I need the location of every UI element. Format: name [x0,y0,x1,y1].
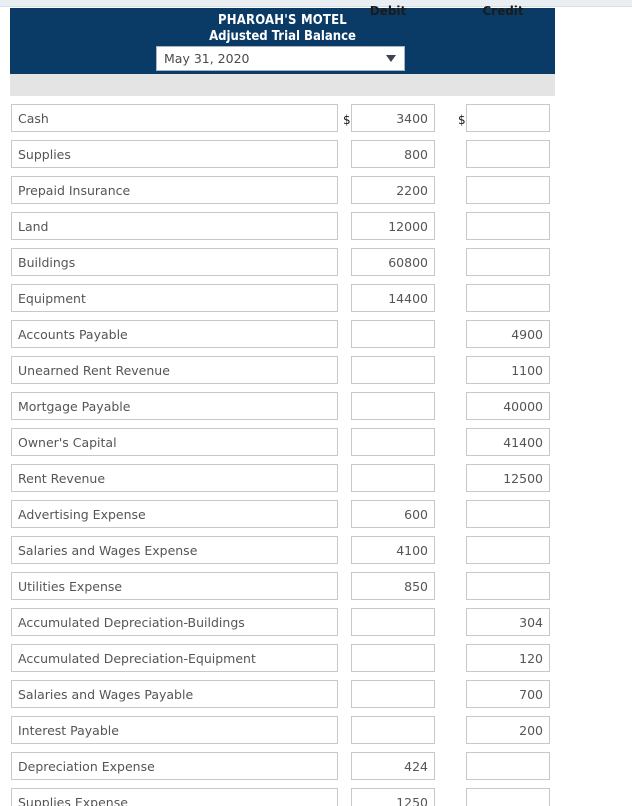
account-name-input[interactable]: Depreciation Expense [11,752,338,780]
credit-amount-input[interactable] [466,248,550,276]
debit-amount-input[interactable] [351,644,435,672]
trial-balance-rows: $ $ Cash 3400 Supplies 800 Prepaid Insurance 22… [0,104,632,806]
table-row: Utilities Expense 850 [0,572,632,608]
table-row: Accumulated Depreciation-Equipment 120 [0,644,632,680]
debit-amount-input[interactable] [351,428,435,456]
table-row: Equipment 14400 [0,284,632,320]
table-row: Salaries and Wages Payable 700 [0,680,632,716]
currency-symbol-debit: $ [343,113,351,127]
account-name-input[interactable]: Advertising Expense [11,500,338,528]
table-row: Advertising Expense 600 [0,500,632,536]
debit-amount-input[interactable]: 600 [351,500,435,528]
account-name-input[interactable]: Interest Payable [11,716,338,744]
table-row: Land 12000 [0,212,632,248]
credit-amount-input[interactable]: 41400 [466,428,550,456]
credit-amount-input[interactable]: 4900 [466,320,550,348]
statement-title: Adjusted Trial Balance [209,29,356,44]
column-header-credit: Credit [482,4,524,18]
debit-amount-input[interactable] [351,464,435,492]
debit-amount-input[interactable] [351,716,435,744]
table-row: Supplies 800 [0,140,632,176]
table-row: Unearned Rent Revenue 1100 [0,356,632,392]
table-row: Salaries and Wages Expense 4100 [0,536,632,572]
account-name-input[interactable]: Buildings [11,248,338,276]
account-name-input[interactable]: Unearned Rent Revenue [11,356,338,384]
debit-amount-input[interactable]: 800 [351,140,435,168]
credit-amount-input[interactable]: 200 [466,716,550,744]
debit-amount-input[interactable] [351,680,435,708]
table-row: Accounts Payable 4900 [0,320,632,356]
account-name-input[interactable]: Salaries and Wages Expense [11,536,338,564]
period-select-value: May 31, 2020 [164,51,250,66]
credit-amount-input[interactable] [466,788,550,806]
table-row: Buildings 60800 [0,248,632,284]
table-row: $ $ Cash 3400 [0,104,632,140]
debit-amount-input[interactable] [351,320,435,348]
credit-amount-input[interactable]: 120 [466,644,550,672]
debit-amount-input[interactable]: 2200 [351,176,435,204]
account-name-input[interactable]: Supplies [11,140,338,168]
period-select[interactable]: May 31, 2020 [156,46,405,71]
debit-amount-input[interactable]: 60800 [351,248,435,276]
debit-amount-input[interactable]: 14400 [351,284,435,312]
account-name-input[interactable]: Salaries and Wages Payable [11,680,338,708]
debit-amount-input[interactable]: 4100 [351,536,435,564]
credit-amount-input[interactable]: 304 [466,608,550,636]
account-name-input[interactable]: Cash [11,104,338,132]
currency-symbol-credit: $ [458,113,466,127]
table-row: Mortgage Payable 40000 [0,392,632,428]
credit-amount-input[interactable] [466,212,550,240]
debit-amount-input[interactable] [351,608,435,636]
credit-amount-input[interactable] [466,536,550,564]
account-name-input[interactable]: Owner's Capital [11,428,338,456]
account-name-input[interactable]: Accumulated Depreciation-Buildings [11,608,338,636]
account-name-input[interactable]: Rent Revenue [11,464,338,492]
credit-amount-input[interactable] [466,572,550,600]
credit-amount-input[interactable] [466,104,550,132]
table-row: Rent Revenue 12500 [0,464,632,500]
debit-amount-input[interactable]: 3400 [351,104,435,132]
account-name-input[interactable]: Land [11,212,338,240]
chevron-down-icon [378,55,404,62]
credit-amount-input[interactable] [466,176,550,204]
debit-amount-input[interactable] [351,392,435,420]
credit-amount-input[interactable] [466,752,550,780]
table-row: Prepaid Insurance 2200 [0,176,632,212]
table-row: Interest Payable 200 [0,716,632,752]
account-name-input[interactable]: Prepaid Insurance [11,176,338,204]
account-name-input[interactable]: Mortgage Payable [11,392,338,420]
account-name-input[interactable]: Utilities Expense [11,572,338,600]
account-name-input[interactable]: Accumulated Depreciation-Equipment [11,644,338,672]
account-name-input[interactable]: Supplies Expense [11,788,338,806]
table-row: Owner's Capital 41400 [0,428,632,464]
credit-amount-input[interactable]: 12500 [466,464,550,492]
credit-amount-input[interactable] [466,140,550,168]
credit-amount-input[interactable]: 1100 [466,356,550,384]
trial-balance-page: PHAROAH'S MOTEL Adjusted Trial Balance M… [0,0,632,806]
debit-amount-input[interactable]: 12000 [351,212,435,240]
table-row: Accumulated Depreciation-Buildings 304 [0,608,632,644]
column-header-band [10,74,555,96]
debit-amount-input[interactable]: 1250 [351,788,435,806]
credit-amount-input[interactable] [466,500,550,528]
account-name-input[interactable]: Accounts Payable [11,320,338,348]
table-row: Supplies Expense 1250 [0,788,632,806]
debit-amount-input[interactable] [351,356,435,384]
debit-amount-input[interactable]: 424 [351,752,435,780]
column-header-debit: Debit [369,4,407,18]
table-row: Depreciation Expense 424 [0,752,632,788]
credit-amount-input[interactable]: 40000 [466,392,550,420]
debit-amount-input[interactable]: 850 [351,572,435,600]
credit-amount-input[interactable]: 700 [466,680,550,708]
credit-amount-input[interactable] [466,284,550,312]
account-name-input[interactable]: Equipment [11,284,338,312]
